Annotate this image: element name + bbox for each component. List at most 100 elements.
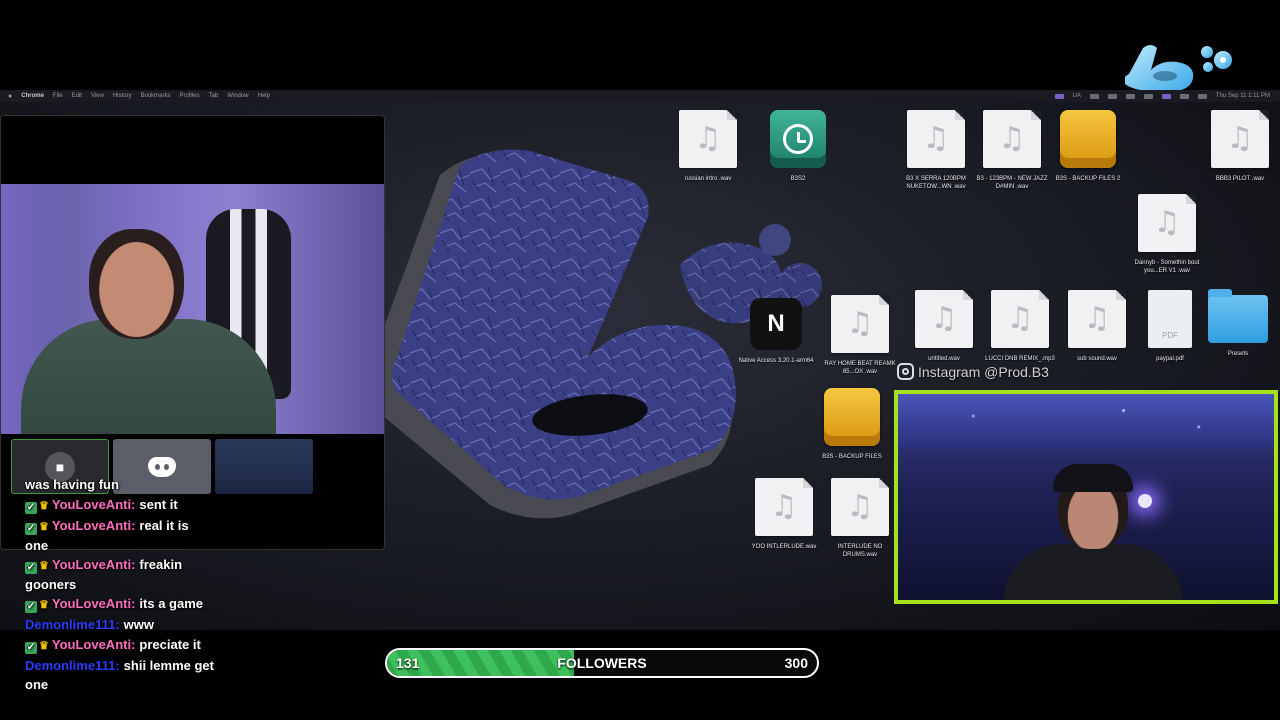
verified-badge-icon: ✓ <box>25 562 37 574</box>
file-label: INTERLUDE NO DRUMS.wav <box>837 544 883 558</box>
menu-item-view[interactable]: View <box>91 93 104 99</box>
folder-presets[interactable]: Presets <box>1198 289 1278 358</box>
apple-menu-icon[interactable]: ● <box>8 93 12 100</box>
file-label: sub sound.wav <box>1076 356 1118 362</box>
menu-bar: ● Chrome File Edit View History Bookmark… <box>0 90 1280 102</box>
chat-message: was having fun <box>25 475 365 495</box>
wifi-icon[interactable] <box>1179 93 1189 99</box>
file-ray-home-beat[interactable]: ♫ RAY HOME BEAT REAMK 85...OX .wav <box>820 295 900 376</box>
file-sub-sound[interactable]: ♫ sub sound.wav <box>1057 290 1137 363</box>
status-icon[interactable] <box>1161 93 1171 99</box>
chat-text: one <box>25 538 49 553</box>
verified-badge-icon: ✓ <box>25 523 37 535</box>
drive-backup-files-2[interactable]: B3S - BACKUP FILES 2 <box>1048 110 1128 183</box>
chat-username: YouLoveAnti: <box>51 497 136 512</box>
status-icon[interactable] <box>1125 93 1135 99</box>
chat-username: YouLoveAnti: <box>51 637 136 652</box>
status-items: UA Thu Sep 11 1:11 PM <box>1054 93 1280 99</box>
menu-item-tab[interactable]: Tab <box>209 93 219 99</box>
crown-badge-icon: ♛ <box>39 560 49 572</box>
chat-message: Demonlime111: www <box>25 615 365 635</box>
chat-overlay: was having fun ✓ ♛ YouLoveAnti: sent it ✓ ♛ Y… <box>25 475 365 694</box>
instagram-icon <box>897 363 914 380</box>
menu-app-name[interactable]: Chrome <box>21 93 44 99</box>
menu-clock[interactable]: Thu Sep 11 1:11 PM <box>1216 93 1270 99</box>
chat-username: Demonlime111: <box>25 658 120 673</box>
pdf-file-icon: PDF <box>1148 290 1192 348</box>
chat-text: preciate it <box>139 637 201 652</box>
file-label: LUCCI DNB REMIX_.mp3 <box>985 356 1055 362</box>
menu-item-window[interactable]: Window <box>227 93 248 99</box>
menu-item-help[interactable]: Help <box>258 93 270 99</box>
menu-item-profiles[interactable]: Profiles <box>180 93 200 99</box>
file-label: YOO INTLERLUDE.wav <box>751 544 817 550</box>
guest-webcam-feed <box>1 184 384 434</box>
file-lucci-dnb[interactable]: ♫ LUCCI DNB REMIX_.mp3 <box>980 290 1060 363</box>
crown-badge-icon: ♛ <box>39 640 49 652</box>
status-icon[interactable] <box>1054 93 1064 99</box>
control-center-icon[interactable] <box>1197 93 1207 99</box>
chat-username: YouLoveAnti: <box>51 518 136 533</box>
follower-goal: 300 <box>784 655 808 671</box>
chat-text: gooners <box>25 577 77 592</box>
chat-message: Demonlime111: shii lemme get <box>25 656 365 676</box>
file-label: B3 X SERRA 120BPM NUKETOW...WN .wav <box>906 176 966 190</box>
brand-logo <box>1125 45 1232 92</box>
streamer-cap <box>1053 464 1133 492</box>
crown-badge-icon: ♛ <box>39 521 49 533</box>
drive-b3s2[interactable]: B3S2 <box>758 110 838 183</box>
file-label: Dannyb - Somethin bout you...ER V1 .wav <box>1134 260 1200 274</box>
file-label: untitled.wav <box>928 356 960 362</box>
native-access-icon: N <box>750 298 802 350</box>
file-interlude-no-drums[interactable]: ♫ INTERLUDE NO DRUMS.wav <box>820 478 900 559</box>
chat-username: YouLoveAnti: <box>51 596 136 611</box>
file-russian-intro[interactable]: ♫ russian intro .wav <box>668 110 748 183</box>
file-bbb3-pilot[interactable]: ♫ BBB3 PILOT .wav <box>1200 110 1280 183</box>
streamer-body <box>1003 544 1183 600</box>
chat-text: freakin <box>139 557 183 572</box>
file-label: Native Access 3.20.1-arm64 <box>738 358 814 364</box>
menu-item-edit[interactable]: Edit <box>72 93 82 99</box>
menu-item-bookmarks[interactable]: Bookmarks <box>141 93 171 99</box>
menu-item-history[interactable]: History <box>113 93 132 99</box>
file-b3-x-serra[interactable]: ♫ B3 X SERRA 120BPM NUKETOW...WN .wav <box>896 110 976 191</box>
status-icon[interactable] <box>1107 93 1117 99</box>
instagram-handle: Instagram @Prod.B3 <box>897 363 1049 380</box>
file-untitled[interactable]: ♫ untitled.wav <box>904 290 984 363</box>
file-yoo-interlude[interactable]: ♫ YOO INTLERLUDE.wav <box>744 478 824 551</box>
audio-file-icon: ♫ <box>1068 290 1126 348</box>
chat-text: one <box>25 677 49 692</box>
chat-message: ✓ ♛ YouLoveAnti: real it is <box>25 516 365 537</box>
status-icon[interactable] <box>1089 93 1099 99</box>
follower-goal-bar: 131 FOLLOWERS 300 <box>385 648 819 678</box>
chat-message: ✓ ♛ YouLoveAnti: freakin <box>25 555 365 576</box>
chat-text: shii lemme get <box>123 658 214 673</box>
menu-item-file[interactable]: File <box>53 93 63 99</box>
file-label: B3 - 123BPM - NEW JAZZ D#MIN .wav <box>976 176 1048 190</box>
chat-text: its a game <box>139 596 203 611</box>
file-dannyb[interactable]: ♫ Dannyb - Somethin bout you...ER V1 .wa… <box>1127 194 1207 275</box>
chat-text: real it is <box>139 518 189 533</box>
chat-message: ✓ ♛ YouLoveAnti: its a game <box>25 594 365 615</box>
verified-badge-icon: ✓ <box>25 502 37 514</box>
room-light <box>1138 494 1152 508</box>
chat-username: Demonlime111: <box>25 617 120 632</box>
drive-backup-files[interactable]: B3S - BACKUP FILES <box>812 388 892 461</box>
follower-label: FOLLOWERS <box>557 655 647 671</box>
chat-message: ✓ ♛ YouLoveAnti: sent it <box>25 495 365 516</box>
audio-file-icon: ♫ <box>1138 194 1196 252</box>
audio-file-icon: ♫ <box>831 295 889 353</box>
file-label: B3S2 <box>790 176 806 182</box>
person-head <box>89 229 184 339</box>
app-native-access[interactable]: N Native Access 3.20.1-arm64 <box>736 295 816 365</box>
file-label: Presets <box>1227 351 1249 357</box>
audio-file-icon: ♫ <box>907 110 965 168</box>
status-text[interactable]: UA <box>1073 93 1081 99</box>
window-titlebar <box>1 116 384 184</box>
status-icon[interactable] <box>1143 93 1153 99</box>
file-label: B3S - BACKUP FILES 2 <box>1055 176 1121 182</box>
galaxy-ceiling <box>898 394 1274 449</box>
file-label: B3S - BACKUP FILES <box>822 454 882 460</box>
chat-message-continued: gooners <box>25 576 365 594</box>
file-b3-new-jazz[interactable]: ♫ B3 - 123BPM - NEW JAZZ D#MIN .wav <box>972 110 1052 191</box>
